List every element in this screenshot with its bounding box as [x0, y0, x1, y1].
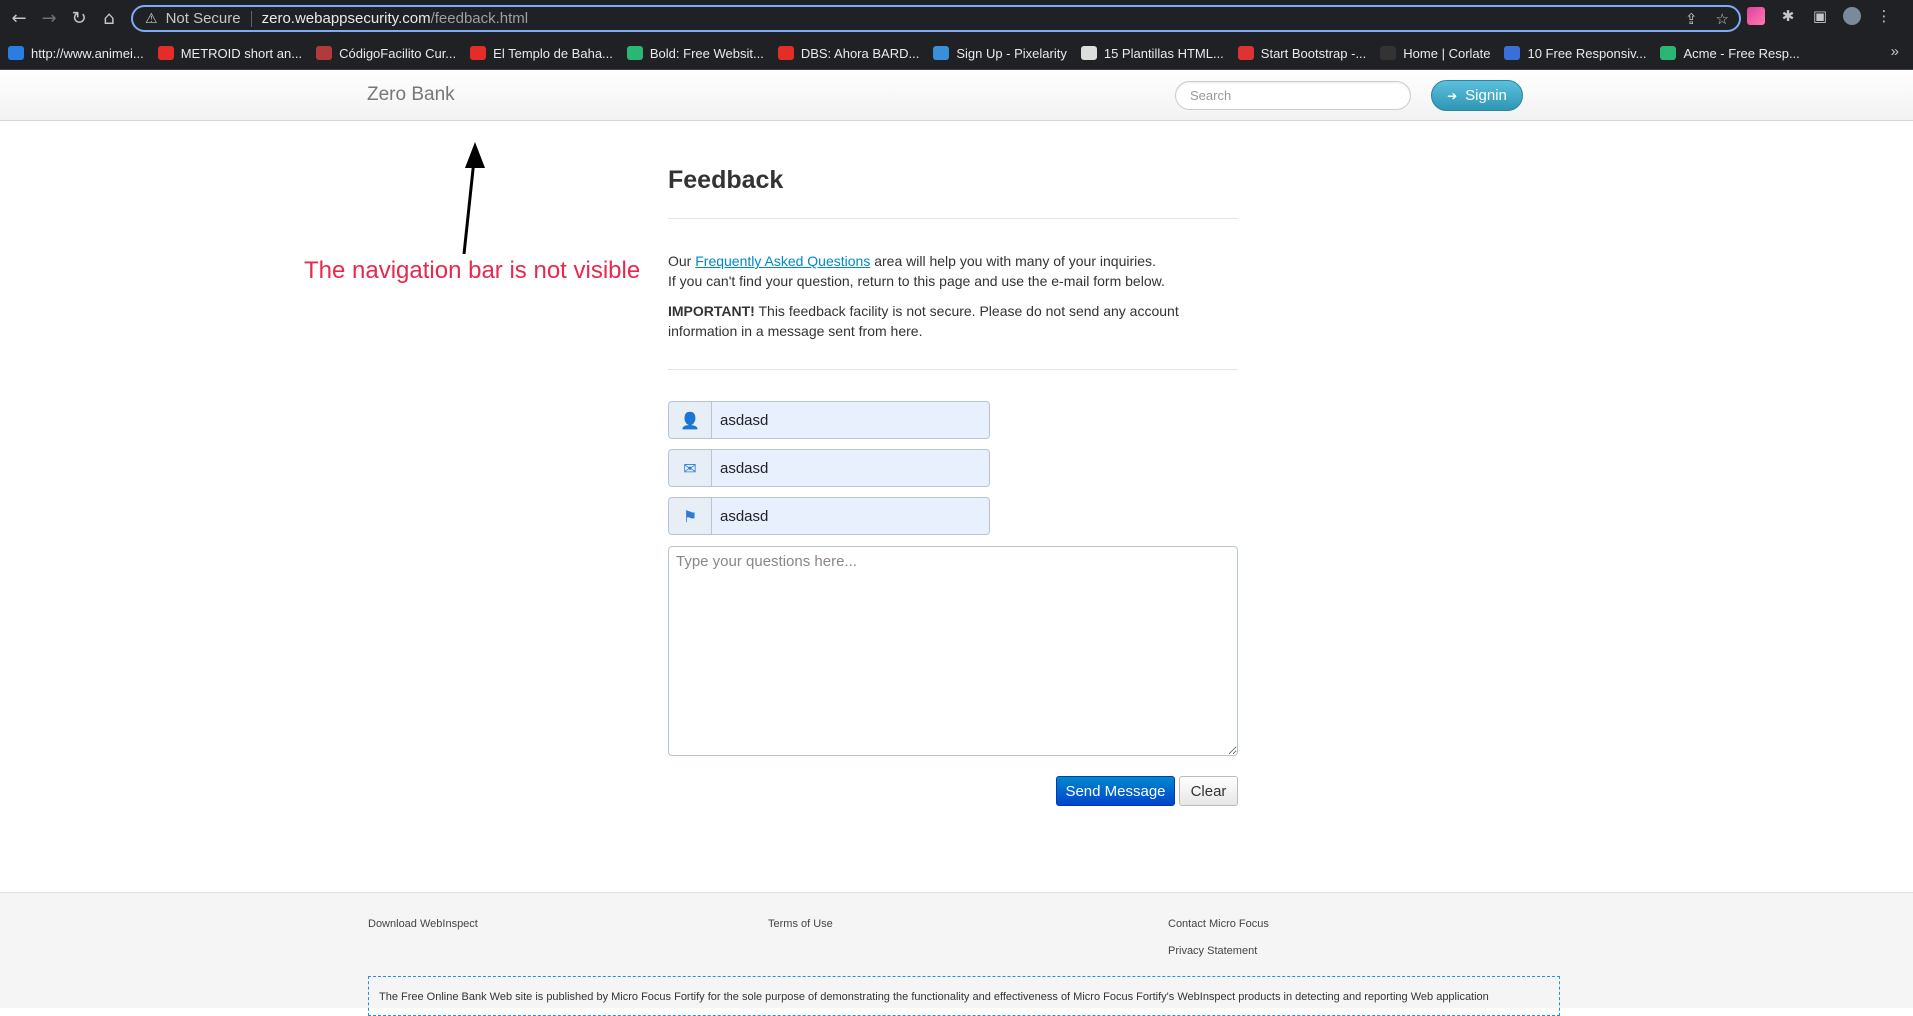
flag-icon: ⚑ [668, 497, 711, 535]
bookmark-item[interactable]: Sign Up - Pixelarity [933, 46, 1067, 61]
bookmark-item[interactable]: CódigoFacilito Cur... [316, 46, 456, 61]
bookmark-label: El Templo de Baha... [493, 45, 613, 61]
bookmark-favicon-icon [626, 46, 643, 60]
bookmark-favicon-icon [1080, 46, 1097, 60]
important-notice: IMPORTANT! This feedback facility is not… [668, 303, 1179, 339]
reload-icon[interactable]: ↻ [68, 8, 90, 30]
bookmark-label: Home | Corlate [1403, 45, 1491, 61]
signin-label: Signin [1465, 87, 1507, 104]
bookmark-label: 15 Plantillas HTML... [1103, 45, 1224, 61]
email-input[interactable] [711, 449, 990, 487]
bookmark-label: Sign Up - Pixelarity [956, 45, 1067, 61]
bookmark-item[interactable]: Acme - Free Resp... [1660, 45, 1800, 61]
annotation-arrow-icon [462, 142, 485, 255]
email-field-group: ✉ [668, 449, 990, 487]
signin-icon: ➔ [1447, 88, 1458, 103]
bookmark-item[interactable]: DBS: Ahora BARD... [777, 45, 920, 61]
bookmark-favicon-icon [777, 46, 794, 60]
side-panel-icon[interactable]: ▣ [1811, 7, 1829, 25]
privacy-statement-link[interactable]: Privacy Statement [1168, 945, 1257, 957]
bookmark-label: Start Bootstrap -... [1260, 45, 1367, 61]
intro-text: Our Frequently Asked Questions area will… [668, 253, 1165, 289]
question-textarea[interactable] [668, 546, 1238, 756]
bookmark-favicon-icon [1504, 46, 1521, 60]
subject-field-group: ⚑ [668, 497, 990, 535]
search-input[interactable] [1175, 81, 1411, 110]
faq-link[interactable]: Frequently Asked Questions [695, 253, 870, 269]
bookmark-item[interactable]: 10 Free Responsiv... [1504, 46, 1646, 61]
bookmark-label: CódigoFacilito Cur... [339, 45, 457, 61]
bookmark-favicon-icon [1237, 46, 1254, 60]
signin-button[interactable]: ➔ Signin [1431, 80, 1523, 111]
site-header: Zero Bank ➔ Signin [0, 70, 1913, 121]
bookmark-label: 10 Free Responsiv... [1527, 45, 1647, 61]
bookmark-item[interactable]: Home | Corlate [1380, 46, 1490, 61]
bookmark-favicon-icon [1380, 46, 1397, 60]
star-icon[interactable]: ☆ [1716, 10, 1729, 28]
warning-icon: ⚠ [145, 10, 158, 27]
bookmark-favicon-icon [8, 46, 24, 60]
bookmark-label: METROID short an... [180, 45, 303, 61]
bookmark-favicon-icon [470, 46, 487, 60]
page-title: Feedback [668, 166, 784, 194]
envelope-icon: ✉ [668, 449, 711, 487]
bookmarks-bar: http://www.animei... METROID short an... C… [0, 37, 1913, 70]
share-icon[interactable]: ⇪ [1685, 10, 1698, 28]
extension-icon[interactable] [1747, 7, 1765, 25]
download-webinspect-link[interactable]: Download WebInspect [368, 918, 478, 930]
send-message-button[interactable]: Send Message [1056, 776, 1175, 806]
bookmark-label: Acme - Free Resp... [1683, 45, 1800, 61]
home-icon[interactable]: ⌂ [98, 8, 120, 30]
annotation-text: The navigation bar is not visible [304, 257, 641, 284]
puzzle-icon[interactable]: ✱ [1779, 7, 1797, 25]
bookmark-item[interactable]: El Templo de Baha... [470, 46, 613, 61]
disclaimer-text: The Free Online Bank Web site is publish… [368, 976, 1560, 1016]
back-icon[interactable]: ← [8, 8, 30, 30]
user-icon: 👤 [668, 401, 711, 439]
terms-of-use-link[interactable]: Terms of Use [768, 918, 833, 930]
contact-link[interactable]: Contact Micro Focus [1168, 918, 1269, 930]
url-host: zero.webappsecurity.com [261, 10, 431, 27]
bookmark-item[interactable]: METROID short an... [157, 45, 303, 61]
browser-toolbar: ← → ↻ ⌂ ⚠ Not Secure zero.webappsecurity… [0, 0, 1913, 37]
address-bar[interactable]: ⚠ Not Secure zero.webappsecurity.com/fee… [131, 5, 1741, 32]
name-field-group: 👤 [668, 401, 990, 439]
bookmark-favicon-icon [157, 46, 174, 60]
forward-icon[interactable]: → [38, 8, 60, 30]
clear-button[interactable]: Clear [1179, 776, 1238, 806]
bookmark-item[interactable]: 15 Plantillas HTML... [1080, 45, 1224, 61]
bookmark-label: http://www.animei... [31, 45, 144, 61]
bookmark-label: DBS: Ahora BARD... [800, 45, 920, 61]
brand-logo[interactable]: Zero Bank [367, 84, 455, 106]
bookmark-item[interactable]: http://www.animei... [8, 46, 144, 61]
profile-avatar[interactable] [1843, 7, 1861, 25]
bookmark-favicon-icon [316, 46, 333, 60]
bookmark-label: Bold: Free Websit... [649, 45, 764, 61]
bookmark-item[interactable]: Start Bootstrap -... [1237, 45, 1367, 61]
more-bookmarks-icon[interactable]: » [1891, 43, 1899, 60]
menu-icon[interactable]: ⋮ [1875, 7, 1893, 25]
divider [668, 218, 1238, 219]
subject-input[interactable] [711, 497, 990, 535]
bookmark-favicon-icon [933, 46, 950, 60]
bookmark-item[interactable]: Bold: Free Websit... [626, 45, 764, 61]
security-label: Not Secure [165, 10, 241, 27]
url-path: /feedback.html [430, 10, 529, 27]
bookmark-favicon-icon [1660, 46, 1677, 60]
name-input[interactable] [711, 401, 990, 439]
divider [668, 369, 1238, 370]
